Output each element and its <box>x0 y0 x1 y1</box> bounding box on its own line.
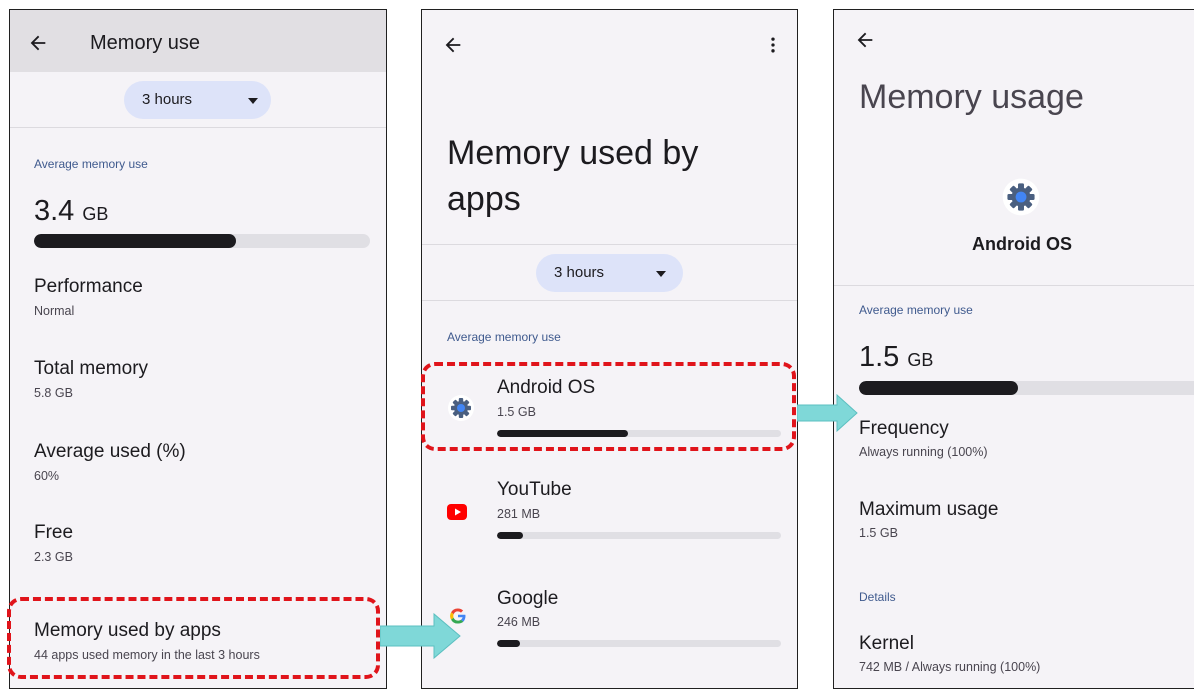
dropdown-arrow-icon <box>248 98 258 104</box>
app-name: Android OS <box>972 234 1072 254</box>
flow-arrow-icon <box>797 394 858 432</box>
average-value-unit: GB <box>82 204 109 224</box>
page-title: Memory use <box>90 32 201 54</box>
divider <box>422 300 797 301</box>
info-item-maximum-usage: Maximum usage 1.5 GB <box>859 499 998 540</box>
item-title: Maximum usage <box>859 499 999 520</box>
list-item-total-memory[interactable]: Total memory 5.8 GB <box>34 358 148 400</box>
highlight-android-os <box>421 362 796 451</box>
app-name: Google <box>497 588 559 609</box>
back-arrow-icon[interactable] <box>27 32 49 54</box>
list-item-performance[interactable]: Performance Normal <box>34 276 143 318</box>
youtube-icon <box>447 504 467 520</box>
dropdown-arrow-icon <box>656 271 666 277</box>
memory-used-by-apps-screen: Memory used by apps 3 hours Average memo… <box>421 9 798 689</box>
app-memory-bar <box>497 532 781 539</box>
page-title-line-1: Memory used by <box>447 134 699 172</box>
average-value-number: 1.5 <box>859 341 900 373</box>
average-memory-value: 1.5 GB <box>859 341 933 374</box>
info-item-frequency: Frequency Always running (100%) <box>859 418 988 459</box>
average-memory-bar <box>859 381 1194 395</box>
section-label: Average memory use <box>859 303 973 317</box>
divider <box>834 285 1194 286</box>
item-subtitle: 1.5 GB <box>859 526 898 540</box>
app-bar: Memory use <box>10 10 386 72</box>
average-memory-bar-fill <box>34 234 236 248</box>
app-memory-bar <box>497 640 781 647</box>
app-memory-bar-fill <box>497 532 523 539</box>
page-title-line-2: apps <box>447 180 521 218</box>
back-arrow-icon[interactable] <box>854 29 876 51</box>
average-memory-bar <box>34 234 370 248</box>
item-subtitle: 742 MB / Always running (100%) <box>859 660 1041 674</box>
average-value-number: 3.4 <box>34 195 75 227</box>
time-range-dropdown[interactable]: 3 hours <box>124 81 271 119</box>
dropdown-value: 3 hours <box>142 91 193 108</box>
page-title: Memory used by apps <box>447 130 698 222</box>
list-item-free[interactable]: Free 2.3 GB <box>34 522 73 564</box>
item-title: Performance <box>34 276 143 297</box>
item-subtitle: 60% <box>34 469 60 483</box>
item-title: Kernel <box>859 633 914 654</box>
item-title: Frequency <box>859 418 949 439</box>
list-item-average-used[interactable]: Average used (%) 60% <box>34 441 186 483</box>
section-label: Average memory use <box>447 330 561 344</box>
memory-usage-detail-screen: Memory usage Android OS Average memory u… <box>833 9 1194 689</box>
item-title: Total memory <box>34 358 149 379</box>
item-title: Free <box>34 522 74 543</box>
item-title: Average used (%) <box>34 441 186 462</box>
highlight-memory-used-by-apps <box>7 597 380 679</box>
divider <box>10 127 386 128</box>
app-memory-bar-fill <box>497 640 520 647</box>
page-title: Memory usage <box>859 78 1084 116</box>
app-row-google[interactable]: Google 246 MB <box>422 568 797 654</box>
item-subtitle: Normal <box>34 304 75 318</box>
time-range-dropdown[interactable]: 3 hours <box>536 254 683 292</box>
item-subtitle: 5.8 GB <box>34 386 73 400</box>
average-memory-value: 3.4 GB <box>34 195 108 228</box>
android-os-gear-icon <box>1002 178 1040 216</box>
more-options-icon[interactable] <box>763 35 783 55</box>
app-memory: 281 MB <box>497 507 541 521</box>
memory-use-screen: Memory use 3 hours Average memory use 3.… <box>9 9 387 689</box>
divider <box>422 244 797 245</box>
average-memory-bar-fill <box>859 381 1018 395</box>
app-name: YouTube <box>497 479 572 500</box>
app-memory: 246 MB <box>497 615 541 629</box>
item-subtitle: Always running (100%) <box>859 445 988 459</box>
item-subtitle: 2.3 GB <box>34 550 73 564</box>
dropdown-value: 3 hours <box>554 264 605 281</box>
back-arrow-icon[interactable] <box>442 34 464 56</box>
app-row-youtube[interactable]: YouTube 281 MB <box>422 467 797 553</box>
average-value-unit: GB <box>907 350 934 370</box>
details-label: Details <box>859 590 896 604</box>
detail-item-kernel: Kernel 742 MB / Always running (100%) <box>859 633 1040 674</box>
section-label: Average memory use <box>34 157 148 171</box>
flow-arrow-icon <box>380 612 461 660</box>
